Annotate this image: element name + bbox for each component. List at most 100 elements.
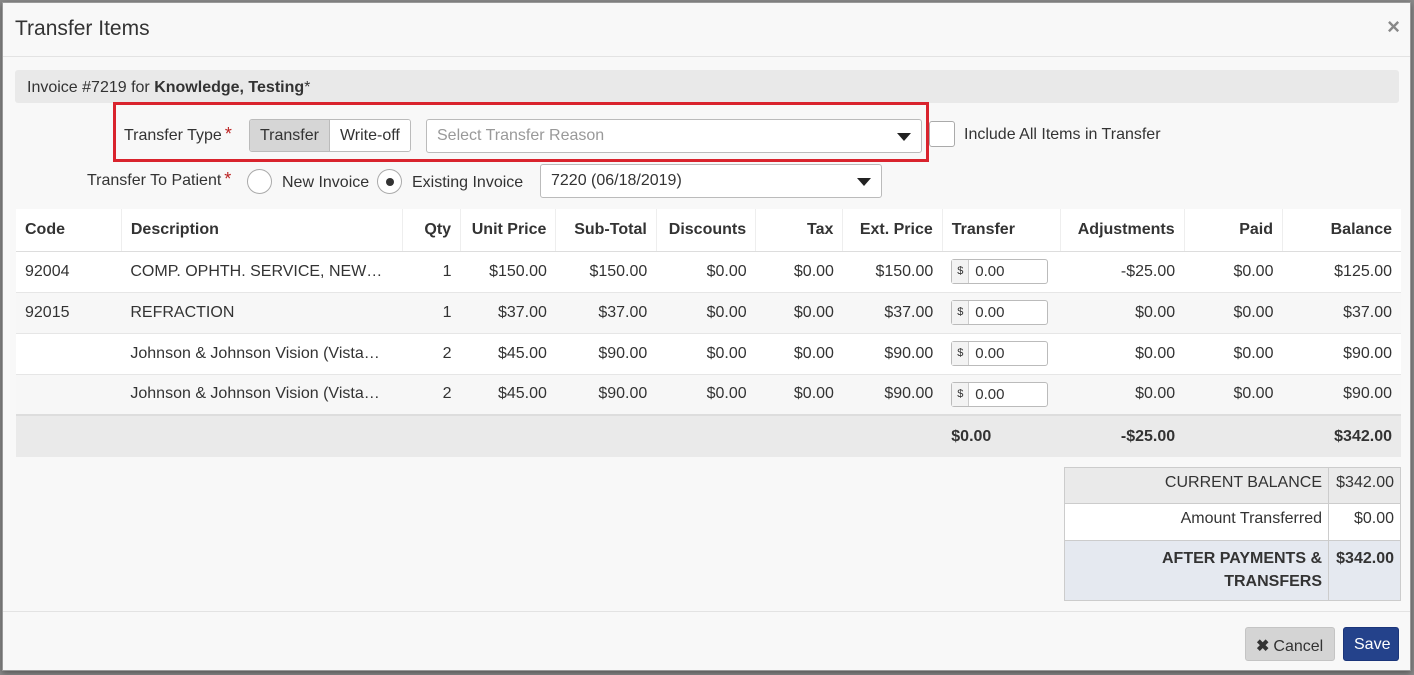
cell-balance: $125.00 [1282, 250, 1401, 292]
summary-row-transferred: Amount Transferred $0.00 [1064, 503, 1401, 541]
cell-transfer: $0.00 [942, 250, 1061, 292]
table-row: Johnson & Johnson Vision (Vista… 2 $45.0… [16, 373, 1401, 415]
cell-tax: $0.00 [755, 373, 843, 415]
dollar-addon: $ [952, 342, 970, 365]
transfer-type-toggle: Transfer Write-off [249, 119, 411, 152]
cell-tax: $0.00 [755, 291, 843, 333]
table-row: Johnson & Johnson Vision (Vista… 2 $45.0… [16, 332, 1401, 374]
table-header-row: Code Description Qty Unit Price Sub-Tota… [16, 209, 1401, 252]
transfer-amount-input[interactable]: $0.00 [951, 259, 1049, 284]
items-table: Code Description Qty Unit Price Sub-Tota… [16, 209, 1401, 457]
cancel-button[interactable]: ✖ Cancel [1245, 627, 1335, 661]
cell-qty: 2 [402, 373, 461, 415]
cell-transfer: $0.00 [942, 373, 1061, 415]
transfer-type-label-text: Transfer Type [124, 127, 222, 144]
col-tax[interactable]: Tax [755, 209, 843, 252]
cell-adjustments: -$25.00 [1060, 250, 1185, 292]
col-subtotal[interactable]: Sub-Total [555, 209, 657, 252]
total-adjustments: -$25.00 [1060, 414, 1185, 457]
total-transfer: $0.00 [942, 414, 1061, 457]
save-button[interactable]: Save [1343, 627, 1399, 661]
cell-unit-price: $45.00 [460, 332, 556, 374]
transfer-type-label: Transfer Type * [124, 124, 232, 145]
cell-ext-price: $150.00 [842, 250, 943, 292]
amount-transferred-value: $0.00 [1328, 503, 1401, 541]
transfer-type-transfer-button[interactable]: Transfer [250, 120, 330, 151]
invoice-suffix: * [304, 79, 311, 96]
total-paid-empty [1184, 414, 1283, 457]
cell-subtotal: $37.00 [555, 291, 657, 333]
summary-row-current: CURRENT BALANCE $342.00 [1064, 467, 1401, 504]
cell-balance: $90.00 [1282, 373, 1401, 415]
caret-down-icon [897, 133, 911, 141]
table-row: 92015 REFRACTION 1 $37.00 $37.00 $0.00 $… [16, 291, 1401, 333]
modal-title: Transfer Items [15, 17, 150, 40]
close-icon: ✖ [1256, 638, 1270, 655]
close-icon[interactable]: × [1387, 14, 1400, 40]
cell-balance: $90.00 [1282, 332, 1401, 374]
cell-adjustments: $0.00 [1060, 332, 1185, 374]
include-all-checkbox[interactable] [929, 121, 955, 147]
transfer-reason-placeholder: Select Transfer Reason [437, 127, 605, 144]
transfer-amount-input[interactable]: $0.00 [951, 341, 1049, 366]
cell-discounts: $0.00 [656, 373, 756, 415]
col-ext-price[interactable]: Ext. Price [842, 209, 943, 252]
cell-code [16, 332, 122, 374]
cell-subtotal: $90.00 [555, 373, 657, 415]
cell-unit-price: $150.00 [460, 250, 556, 292]
caret-down-icon [857, 178, 871, 186]
col-qty[interactable]: Qty [401, 209, 461, 252]
cancel-label: Cancel [1273, 638, 1324, 655]
new-invoice-radio[interactable] [247, 169, 272, 194]
current-balance-value: $342.00 [1328, 467, 1401, 504]
required-mark: * [224, 124, 232, 144]
transfer-to-label-text: Transfer To Patient [87, 172, 222, 189]
existing-invoice-radio[interactable] [377, 169, 402, 194]
cell-tax: $0.00 [755, 250, 843, 292]
cell-qty: 1 [402, 291, 461, 333]
invoice-bar: Invoice #7219 for Knowledge, Testing* [15, 70, 1399, 103]
cell-discounts: $0.00 [656, 332, 756, 374]
current-balance-label: CURRENT BALANCE [1064, 467, 1329, 504]
new-invoice-label: New Invoice [282, 174, 370, 191]
after-payments-label: AFTER PAYMENTS & TRANSFERS [1064, 540, 1329, 601]
cell-discounts: $0.00 [656, 291, 756, 333]
cell-subtotal: $90.00 [555, 332, 657, 374]
required-mark: * [224, 169, 232, 189]
col-transfer[interactable]: Transfer [941, 209, 1061, 252]
cell-code: 92004 [16, 250, 122, 292]
existing-invoice-label: Existing Invoice [412, 174, 524, 191]
cell-subtotal: $150.00 [555, 250, 657, 292]
cell-ext-price: $90.00 [842, 332, 943, 374]
transfer-type-writeoff-button[interactable]: Write-off [329, 120, 410, 151]
cell-description: COMP. OPHTH. SERVICE, NEW… [121, 250, 403, 292]
transfer-amount-input[interactable]: $0.00 [951, 381, 1049, 407]
cell-transfer: $0.00 [942, 291, 1061, 333]
cell-code [16, 373, 122, 415]
cell-adjustments: $0.00 [1060, 373, 1185, 415]
balance-summary: CURRENT BALANCE $342.00 Amount Transferr… [1064, 467, 1401, 601]
existing-invoice-select[interactable]: 7220 (06/18/2019) [540, 164, 882, 198]
col-unit-price[interactable]: Unit Price [460, 209, 556, 252]
transfer-to-label: Transfer To Patient * [87, 169, 231, 190]
table-row: 92004 COMP. OPHTH. SERVICE, NEW… 1 $150.… [16, 250, 1401, 292]
col-adjustments[interactable]: Adjustments [1060, 209, 1185, 252]
col-paid[interactable]: Paid [1183, 209, 1283, 252]
transfer-reason-select[interactable]: Select Transfer Reason [426, 119, 922, 153]
transfer-amount-value: 0.00 [975, 304, 1005, 321]
cell-paid: $0.00 [1184, 291, 1283, 333]
cell-discounts: $0.00 [656, 250, 756, 292]
cell-unit-price: $45.00 [460, 373, 556, 415]
cell-ext-price: $37.00 [842, 291, 943, 333]
amount-transferred-label: Amount Transferred [1064, 503, 1329, 541]
col-discounts[interactable]: Discounts [655, 209, 756, 252]
cell-balance: $37.00 [1282, 291, 1401, 333]
transfer-amount-value: 0.00 [975, 385, 1005, 403]
col-description[interactable]: Description [120, 209, 403, 252]
total-balance: $342.00 [1282, 414, 1401, 457]
summary-row-after: AFTER PAYMENTS & TRANSFERS $342.00 [1064, 540, 1401, 601]
col-balance[interactable]: Balance [1281, 209, 1401, 252]
transfer-amount-input[interactable]: $0.00 [951, 300, 1049, 325]
modal-footer: ✖ Cancel Save [3, 611, 1410, 671]
col-code[interactable]: Code [16, 209, 122, 252]
